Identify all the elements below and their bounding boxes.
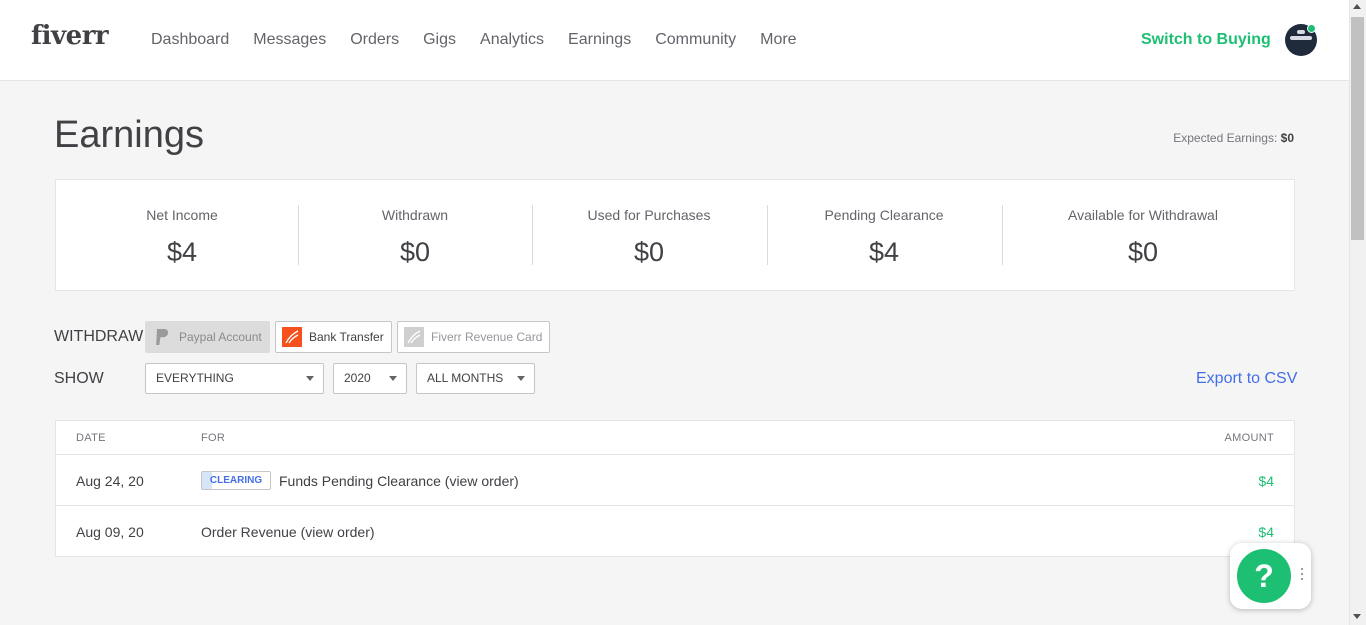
year-filter-select[interactable]: 2020: [333, 363, 407, 394]
row-description: Funds Pending Clearance (view order): [279, 473, 519, 489]
row-description-text: Order Revenue: [201, 524, 297, 540]
month-filter-value: ALL MONTHS: [427, 371, 504, 385]
paypal-account-label: Paypal Account: [179, 330, 262, 344]
stat-value: $0: [1127, 237, 1159, 267]
paypal-account-button[interactable]: Paypal Account: [145, 321, 270, 353]
row-date: Aug 09, 20: [76, 524, 144, 540]
row-amount: $4: [1258, 473, 1274, 489]
row-divider: [56, 505, 1294, 506]
bank-transfer-button[interactable]: Bank Transfer: [275, 321, 392, 353]
row-description-text: Funds Pending Clearance: [279, 473, 441, 489]
stat-withdrawn: Withdrawn $0: [329, 180, 501, 290]
nav-gigs[interactable]: Gigs: [423, 31, 456, 49]
stat-divider: [298, 205, 299, 265]
stat-pending-clearance: Pending Clearance $4: [798, 180, 970, 290]
stat-available-for-withdrawal: Available for Withdrawal $0: [1033, 180, 1253, 290]
nav-orders[interactable]: Orders: [350, 31, 399, 49]
fiverr-revenue-card-label: Fiverr Revenue Card: [431, 330, 543, 344]
stat-used-for-purchases: Used for Purchases $0: [563, 180, 735, 290]
stat-value: $0: [399, 237, 431, 267]
top-header: fiverr Dashboard Messages Orders Gigs An…: [0, 0, 1349, 81]
stat-label: Net Income: [146, 207, 218, 223]
fiverr-revenue-card-button[interactable]: Fiverr Revenue Card: [397, 321, 550, 353]
stat-value: $4: [166, 237, 198, 267]
chevron-down-icon: [517, 376, 525, 381]
stat-value: $4: [868, 237, 900, 267]
help-menu-dots-icon[interactable]: [1300, 568, 1304, 584]
chevron-down-icon: [306, 376, 314, 381]
export-to-csv-link[interactable]: Export to CSV: [1196, 370, 1297, 388]
month-filter-select[interactable]: ALL MONTHS: [416, 363, 535, 394]
nav-dashboard[interactable]: Dashboard: [151, 31, 229, 49]
type-filter-value: EVERYTHING: [156, 371, 234, 385]
main-nav: Dashboard Messages Orders Gigs Analytics…: [151, 31, 821, 49]
fiverr-logo[interactable]: fiverr: [31, 21, 109, 51]
bank-transfer-label: Bank Transfer: [309, 330, 384, 344]
withdraw-label: WITHDRAW: [54, 328, 144, 345]
nav-messages[interactable]: Messages: [253, 31, 326, 49]
year-filter-value: 2020: [344, 371, 371, 385]
chevron-down-icon: [389, 376, 397, 381]
stat-divider: [767, 205, 768, 265]
expected-earnings: Expected Earnings: $0: [1173, 131, 1294, 145]
earnings-table: DATE FOR AMOUNT Aug 24, 20 CLEARING Fund…: [55, 420, 1295, 557]
view-order-link[interactable]: (view order): [301, 524, 375, 540]
expected-earnings-value: $0: [1280, 131, 1294, 145]
nav-community[interactable]: Community: [655, 31, 736, 49]
revenue-card-icon: [404, 327, 424, 347]
scroll-up-arrow-icon[interactable]: [1353, 4, 1361, 9]
show-label: SHOW: [54, 370, 104, 387]
column-header-amount: AMOUNT: [1224, 432, 1274, 444]
clearing-status-badge: CLEARING: [201, 471, 271, 490]
stat-divider: [532, 205, 533, 265]
stat-net-income: Net Income $4: [96, 180, 268, 290]
type-filter-select[interactable]: EVERYTHING: [145, 363, 324, 394]
scrollbar-thumb[interactable]: [1351, 17, 1364, 240]
stat-divider: [1002, 205, 1003, 265]
column-header-for: FOR: [201, 432, 226, 444]
view-order-link[interactable]: (view order): [445, 473, 519, 489]
nav-more[interactable]: More: [760, 31, 796, 49]
stat-value: $0: [633, 237, 665, 267]
row-amount: $4: [1258, 524, 1274, 540]
help-question-icon[interactable]: ?: [1234, 546, 1294, 606]
stat-label: Pending Clearance: [824, 207, 944, 223]
column-header-date: DATE: [76, 432, 106, 444]
scroll-down-arrow-icon[interactable]: [1353, 614, 1361, 619]
row-description: Order Revenue (view order): [201, 524, 375, 540]
bank-transfer-icon: [282, 327, 302, 347]
avatar-graphic: [1297, 30, 1305, 34]
switch-to-buying-link[interactable]: Switch to Buying: [1141, 31, 1271, 49]
avatar-graphic-text: [1290, 36, 1312, 40]
nav-earnings[interactable]: Earnings: [568, 31, 631, 49]
page-title: Earnings: [54, 114, 204, 156]
paypal-icon: [152, 327, 172, 347]
nav-analytics[interactable]: Analytics: [480, 31, 544, 49]
expected-earnings-label: Expected Earnings:: [1173, 131, 1278, 145]
stat-label: Available for Withdrawal: [1068, 207, 1218, 223]
stat-label: Used for Purchases: [587, 207, 711, 223]
online-status-dot: [1307, 24, 1316, 33]
row-date: Aug 24, 20: [76, 473, 144, 489]
row-divider: [56, 454, 1294, 455]
stat-label: Withdrawn: [381, 207, 449, 223]
earnings-summary: Net Income $4 Withdrawn $0 Used for Purc…: [55, 179, 1295, 291]
